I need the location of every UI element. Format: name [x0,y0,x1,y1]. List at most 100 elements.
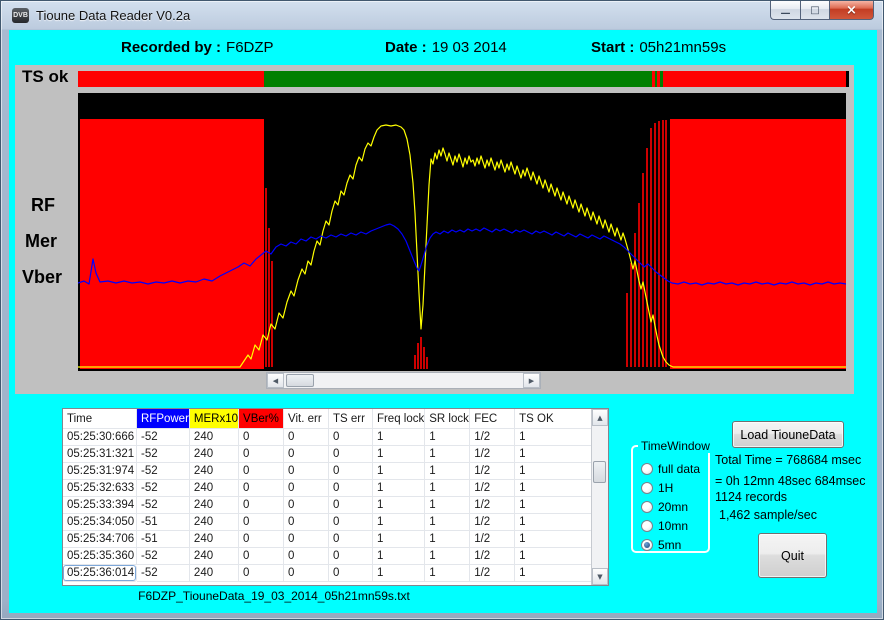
table-cell[interactable]: 0 [329,531,373,548]
table-cell[interactable]: 05:25:32:633 [63,480,137,497]
table-row[interactable]: 05:25:35:360-52240000111/21 [63,548,608,565]
scroll-down-icon[interactable]: ▼ [592,568,608,585]
radio-button-icon[interactable] [641,463,653,475]
table-cell[interactable]: 240 [190,514,239,531]
table-cell[interactable]: 0 [329,548,373,565]
table-cell[interactable]: 1/2 [470,514,515,531]
title-bar[interactable]: DVB Tioune Data Reader V0.2a — □ × [1,1,883,30]
table-cell[interactable]: 1 [425,463,470,480]
table-cell[interactable]: 05:25:31:321 [63,446,137,463]
table-cell[interactable]: 1/2 [470,497,515,514]
table-cell[interactable]: -52 [137,480,190,497]
table-cell[interactable]: 1/2 [470,446,515,463]
table-cell[interactable]: 1 [373,463,425,480]
table-cell[interactable]: 1 [373,446,425,463]
table-cell[interactable]: -52 [137,497,190,514]
radio-button-icon[interactable] [641,501,653,513]
table-row[interactable]: 05:25:36:014-52240000111/21 [63,565,608,582]
time-window-option-full-data[interactable]: full data [633,459,708,478]
table-cell[interactable]: 05:25:36:014 [63,565,137,582]
chart-scrollbar-thumb[interactable] [286,374,314,387]
table-cell[interactable]: 0 [329,514,373,531]
table-cell[interactable]: 1 [425,446,470,463]
table-cell[interactable]: 0 [329,480,373,497]
table-cell[interactable]: 0 [239,480,284,497]
table-cell[interactable]: 1/2 [470,531,515,548]
column-header[interactable]: FEC [470,409,515,429]
table-cell[interactable]: 0 [239,531,284,548]
table-cell[interactable]: 1/2 [470,480,515,497]
data-table[interactable]: TimeRFPowerMERx10VBer%Vit. errTS errFreq… [63,409,608,582]
table-cell[interactable]: -52 [137,429,190,446]
radio-button-icon[interactable] [641,520,653,532]
table-cell[interactable]: -52 [137,548,190,565]
table-cell[interactable]: 0 [284,565,329,582]
table-cell[interactable]: 240 [190,548,239,565]
table-cell[interactable]: 240 [190,463,239,480]
table-cell[interactable]: 1 [425,514,470,531]
table-cell[interactable]: 0 [284,548,329,565]
table-cell[interactable]: 0 [284,531,329,548]
table-row[interactable]: 05:25:34:050-51240000111/21 [63,514,608,531]
table-row[interactable]: 05:25:32:633-52240000111/21 [63,480,608,497]
table-cell[interactable]: 240 [190,480,239,497]
time-window-option-1H[interactable]: 1H [633,478,708,497]
table-cell[interactable]: 0 [284,446,329,463]
table-row[interactable]: 05:25:33:394-52240000111/21 [63,497,608,514]
table-cell[interactable]: 1/2 [470,463,515,480]
scroll-left-icon[interactable]: ◀ [267,373,284,388]
table-row[interactable]: 05:25:30:666-52240000111/21 [63,429,608,446]
table-cell[interactable]: 240 [190,446,239,463]
table-cell[interactable]: 0 [239,565,284,582]
table-cell[interactable]: -51 [137,531,190,548]
radio-button-icon[interactable] [641,539,653,551]
column-header[interactable]: TS err [329,409,373,429]
column-header[interactable]: VBer% [239,409,284,429]
radio-button-icon[interactable] [641,482,653,494]
table-cell[interactable]: 1 [373,565,425,582]
table-cell[interactable]: 05:25:35:360 [63,548,137,565]
table-cell[interactable]: 1 [425,531,470,548]
time-window-option-10mn[interactable]: 10mn [633,516,708,535]
table-cell[interactable]: 1 [425,480,470,497]
quit-button[interactable]: Quit [758,533,827,578]
scroll-up-icon[interactable]: ▲ [592,409,608,426]
table-cell[interactable]: 1 [373,497,425,514]
table-cell[interactable]: 0 [284,463,329,480]
table-row[interactable]: 05:25:31:321-52240000111/21 [63,446,608,463]
column-header[interactable]: Vit. err [284,409,329,429]
scroll-right-icon[interactable]: ▶ [523,373,540,388]
table-cell[interactable]: 0 [239,497,284,514]
table-cell[interactable]: 05:25:31:974 [63,463,137,480]
table-cell[interactable]: 240 [190,565,239,582]
table-cell[interactable]: -52 [137,565,190,582]
column-header[interactable]: Time [63,409,137,429]
table-cell[interactable]: 0 [284,514,329,531]
maximize-button[interactable]: □ [800,1,829,20]
table-cell[interactable]: 0 [239,548,284,565]
table-cell[interactable]: 0 [329,463,373,480]
table-cell[interactable]: 05:25:34:706 [63,531,137,548]
table-cell[interactable]: 1/2 [470,565,515,582]
table-cell[interactable]: 1 [425,565,470,582]
table-cell[interactable]: 0 [329,565,373,582]
close-button[interactable]: × [829,1,874,20]
column-header[interactable]: Freq lock [373,409,425,429]
table-cell[interactable]: 1/2 [470,429,515,446]
table-cell[interactable]: 1 [373,429,425,446]
time-window-option-20mn[interactable]: 20mn [633,497,708,516]
table-cell[interactable]: 0 [239,514,284,531]
table-cell[interactable]: 0 [329,429,373,446]
minimize-button[interactable]: — [770,1,800,20]
table-row[interactable]: 05:25:31:974-52240000111/21 [63,463,608,480]
load-tiounedata-button[interactable]: Load TiouneData [732,421,844,448]
table-cell[interactable]: 1 [373,480,425,497]
table-cell[interactable]: 1/2 [470,548,515,565]
table-cell[interactable]: 1 [425,497,470,514]
table-cell[interactable]: 240 [190,497,239,514]
table-cell[interactable]: 1 [425,429,470,446]
chart-horizontal-scrollbar[interactable]: ◀ ▶ [266,372,541,389]
table-cell[interactable]: -52 [137,463,190,480]
table-cell[interactable]: 1 [373,514,425,531]
column-header[interactable]: MERx10 [190,409,239,429]
